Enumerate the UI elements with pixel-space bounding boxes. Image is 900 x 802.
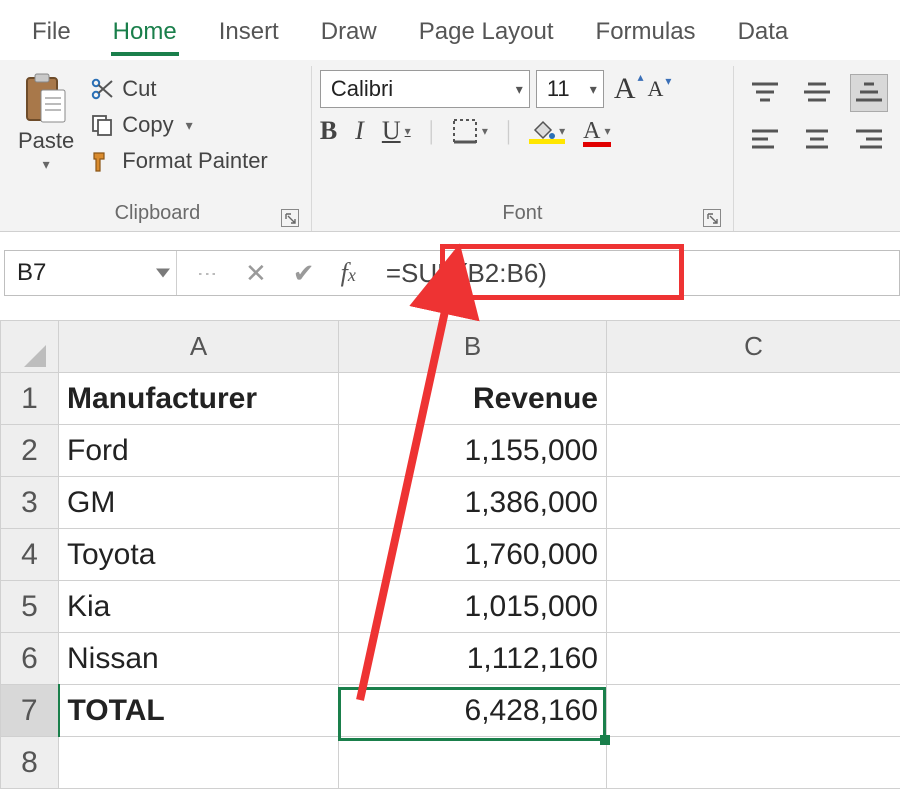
row-header-2[interactable]: 2 — [1, 425, 59, 477]
group-label-clipboard: Clipboard — [12, 202, 303, 229]
format-painter-button[interactable]: Format Painter — [86, 146, 272, 176]
clipboard-dialog-launcher[interactable] — [281, 209, 299, 227]
cell-B2[interactable]: 1,155,000 — [339, 425, 607, 477]
cell-A2[interactable]: Ford — [59, 425, 339, 477]
cell-C2[interactable] — [607, 425, 900, 477]
chevron-down-icon: ▾ — [516, 81, 523, 98]
row-header-7[interactable]: 7 — [1, 685, 59, 737]
row-header-5[interactable]: 5 — [1, 581, 59, 633]
copy-icon — [90, 113, 114, 137]
chevron-down-icon: ▾ — [559, 124, 565, 139]
name-box-value: B7 — [17, 259, 46, 287]
chevron-down-icon — [156, 269, 170, 278]
col-header-B[interactable]: B — [339, 321, 607, 373]
row-header-6[interactable]: 6 — [1, 633, 59, 685]
font-name-combo[interactable]: Calibri ▾ — [320, 70, 530, 108]
chevron-down-icon: ▾ — [590, 81, 597, 98]
cut-label: Cut — [122, 76, 156, 102]
align-middle-button[interactable] — [798, 74, 836, 112]
paste-label: Paste — [18, 128, 74, 154]
name-box[interactable]: B7 — [5, 251, 177, 295]
tab-page-layout[interactable]: Page Layout — [417, 4, 556, 60]
paste-icon — [23, 72, 69, 128]
cell-A4[interactable]: Toyota — [59, 529, 339, 581]
cell-A5[interactable]: Kia — [59, 581, 339, 633]
decrease-font-button[interactable]: A — [648, 76, 664, 102]
align-center-button[interactable] — [798, 120, 836, 158]
insert-function-button[interactable]: fx — [341, 258, 356, 288]
cell-B4[interactable]: 1,760,000 — [339, 529, 607, 581]
italic-button[interactable]: I — [355, 116, 364, 146]
tab-file[interactable]: File — [30, 4, 73, 60]
formula-input[interactable]: =SUM(B2:B6) — [374, 258, 899, 289]
increase-font-button[interactable]: A — [614, 72, 636, 106]
fx-expand-handle[interactable]: ⋮ — [195, 264, 219, 282]
fill-color-button[interactable]: ▾ — [529, 120, 565, 142]
cell-C1[interactable] — [607, 373, 900, 425]
align-left-button[interactable] — [746, 120, 784, 158]
bold-button[interactable]: B — [320, 116, 337, 146]
ribbon-tabs: File Home Insert Draw Page Layout Formul… — [0, 0, 900, 60]
cell-C5[interactable] — [607, 581, 900, 633]
tab-data[interactable]: Data — [736, 4, 791, 60]
cell-A7[interactable]: TOTAL — [59, 685, 339, 737]
borders-icon — [452, 118, 478, 144]
row-header-8[interactable]: 8 — [1, 737, 59, 789]
tab-home[interactable]: Home — [111, 4, 179, 60]
row-header-1[interactable]: 1 — [1, 373, 59, 425]
chevron-down-icon: ▾ — [405, 124, 411, 139]
tab-formulas[interactable]: Formulas — [594, 4, 698, 60]
formula-bar: B7 ⋮ ✕ ✔ fx =SUM(B2:B6) — [4, 250, 900, 296]
cell-A6[interactable]: Nissan — [59, 633, 339, 685]
group-label-font: Font — [320, 202, 725, 229]
chevron-down-icon: ▾ — [605, 124, 611, 139]
cell-B3[interactable]: 1,386,000 — [339, 477, 607, 529]
cell-B6[interactable]: 1,112,160 — [339, 633, 607, 685]
cell-A8[interactable] — [59, 737, 339, 789]
row-header-4[interactable]: 4 — [1, 529, 59, 581]
scissors-icon — [90, 77, 114, 101]
font-size-value: 11 — [547, 76, 570, 102]
cell-C7[interactable] — [607, 685, 900, 737]
font-color-button[interactable]: A▾ — [583, 118, 610, 145]
align-top-button[interactable] — [746, 74, 784, 112]
row-header-3[interactable]: 3 — [1, 477, 59, 529]
cancel-formula-button[interactable]: ✕ — [245, 258, 267, 289]
copy-button[interactable]: Copy ▾ — [86, 110, 272, 140]
cell-A3[interactable]: GM — [59, 477, 339, 529]
cell-B7[interactable]: 6,428,160 — [339, 685, 607, 737]
spreadsheet-grid: A B C 1 Manufacturer Revenue 2 Ford 1,15… — [0, 320, 900, 789]
cell-B5[interactable]: 1,015,000 — [339, 581, 607, 633]
underline-button[interactable]: U▾ — [382, 116, 411, 146]
cell-C4[interactable] — [607, 529, 900, 581]
cell-B8[interactable] — [339, 737, 607, 789]
format-painter-label: Format Painter — [122, 148, 268, 174]
enter-formula-button[interactable]: ✔ — [293, 258, 315, 289]
align-bottom-button[interactable] — [850, 74, 888, 112]
paste-button[interactable]: Paste ▾ — [12, 70, 80, 176]
cell-C8[interactable] — [607, 737, 900, 789]
cell-C6[interactable] — [607, 633, 900, 685]
cell-A1[interactable]: Manufacturer — [59, 373, 339, 425]
cell-B1[interactable]: Revenue — [339, 373, 607, 425]
col-header-C[interactable]: C — [607, 321, 900, 373]
ribbon: Paste ▾ Cut — [0, 60, 900, 232]
paintbrush-icon — [90, 149, 114, 173]
chevron-down-icon[interactable]: ▾ — [43, 156, 50, 173]
tab-insert[interactable]: Insert — [217, 4, 281, 60]
borders-button[interactable]: ▾ — [452, 118, 488, 144]
copy-label: Copy — [122, 112, 173, 138]
font-name-value: Calibri — [331, 76, 393, 102]
select-all-corner[interactable] — [1, 321, 59, 373]
tab-draw[interactable]: Draw — [319, 4, 379, 60]
align-right-button[interactable] — [850, 120, 888, 158]
font-dialog-launcher[interactable] — [703, 209, 721, 227]
cut-button[interactable]: Cut — [86, 74, 272, 104]
chevron-down-icon[interactable]: ▾ — [186, 117, 193, 134]
font-size-combo[interactable]: 11 ▾ — [536, 70, 604, 108]
chevron-down-icon: ▾ — [482, 124, 488, 139]
cell-C3[interactable] — [607, 477, 900, 529]
col-header-A[interactable]: A — [59, 321, 339, 373]
